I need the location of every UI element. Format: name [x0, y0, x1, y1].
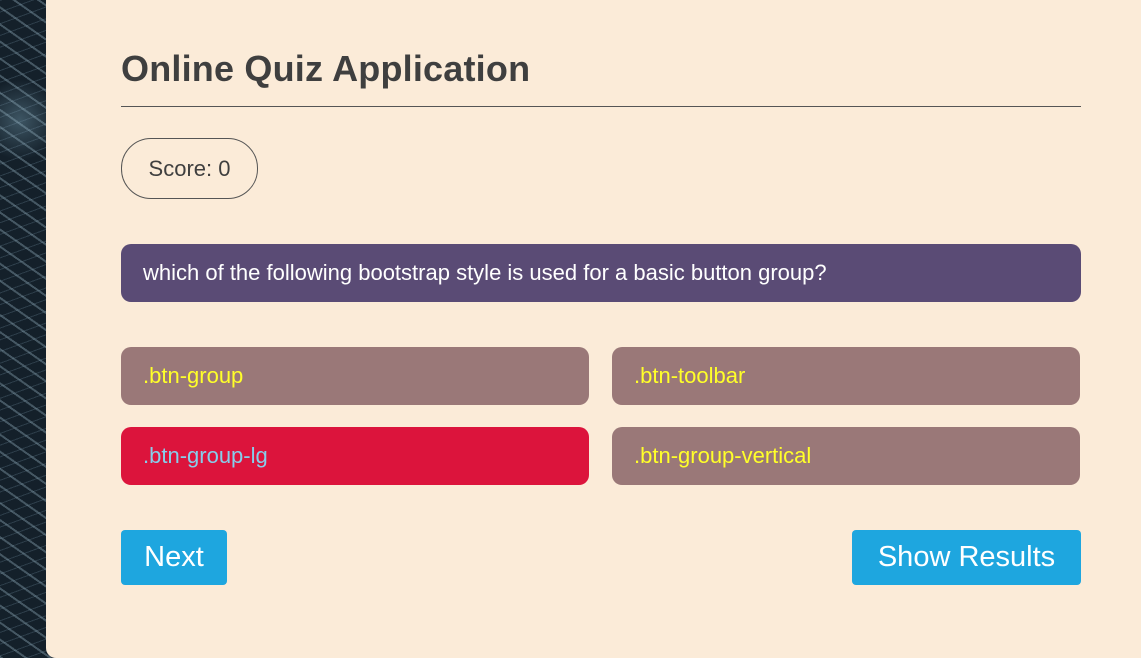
option-label: .btn-group-lg: [143, 443, 268, 468]
next-button[interactable]: Next: [121, 530, 227, 585]
page-title: Online Quiz Application: [121, 48, 531, 89]
option-label: .btn-group: [143, 363, 244, 388]
option-button-2[interactable]: .btn-toolbar: [612, 347, 1080, 405]
title-divider: [121, 106, 1081, 107]
option-button-1[interactable]: .btn-group: [121, 347, 589, 405]
option-button-3-selected[interactable]: .btn-group-lg: [121, 427, 589, 485]
question-text: which of the following bootstrap style i…: [121, 244, 1081, 302]
question-label: which of the following bootstrap style i…: [143, 260, 827, 285]
option-button-4[interactable]: .btn-group-vertical: [612, 427, 1080, 485]
score-badge: Score: 0: [121, 138, 258, 199]
option-label: .btn-group-vertical: [634, 443, 812, 468]
show-results-button[interactable]: Show Results: [852, 530, 1081, 585]
quiz-card: Online Quiz Application Score: 0 which o…: [46, 0, 1141, 658]
option-label: .btn-toolbar: [634, 363, 746, 388]
